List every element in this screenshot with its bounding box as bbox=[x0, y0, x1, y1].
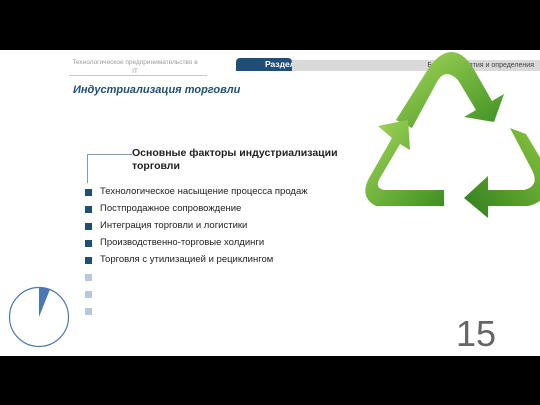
title-bracket bbox=[87, 154, 132, 183]
page-title: Индустриализация торговли bbox=[73, 84, 241, 96]
header-divider bbox=[69, 75, 207, 76]
header-org-line: Технологическое предпринимательство в bbox=[72, 59, 198, 66]
list-item: Интеграция торговли и логистики bbox=[85, 220, 308, 237]
factor-list: Технологическое насыщение процесса прода… bbox=[85, 186, 308, 322]
list-item: Торговля с утилизацией и рециклингом bbox=[85, 254, 308, 271]
slide: Технологическое предпринимательство в IT… bbox=[0, 50, 540, 356]
list-item: Производственно-торговые холдинги bbox=[85, 237, 308, 254]
list-item: Технологическое насыщение процесса прода… bbox=[85, 186, 308, 203]
factors-title: Основные факторы индустриализации торгов… bbox=[132, 147, 338, 172]
list-item: Постпродажное сопровождение bbox=[85, 203, 308, 220]
list-item-empty bbox=[85, 288, 308, 305]
section-badge: Раздел I bbox=[236, 58, 295, 82]
header-org-text: Технологическое предпринимательство в IT bbox=[69, 58, 207, 76]
recycle-icon bbox=[365, 52, 540, 218]
list-item-empty bbox=[85, 271, 308, 288]
page-number: 15 bbox=[456, 313, 497, 354]
progress-pie bbox=[8, 286, 70, 348]
list-item-empty bbox=[85, 305, 308, 322]
